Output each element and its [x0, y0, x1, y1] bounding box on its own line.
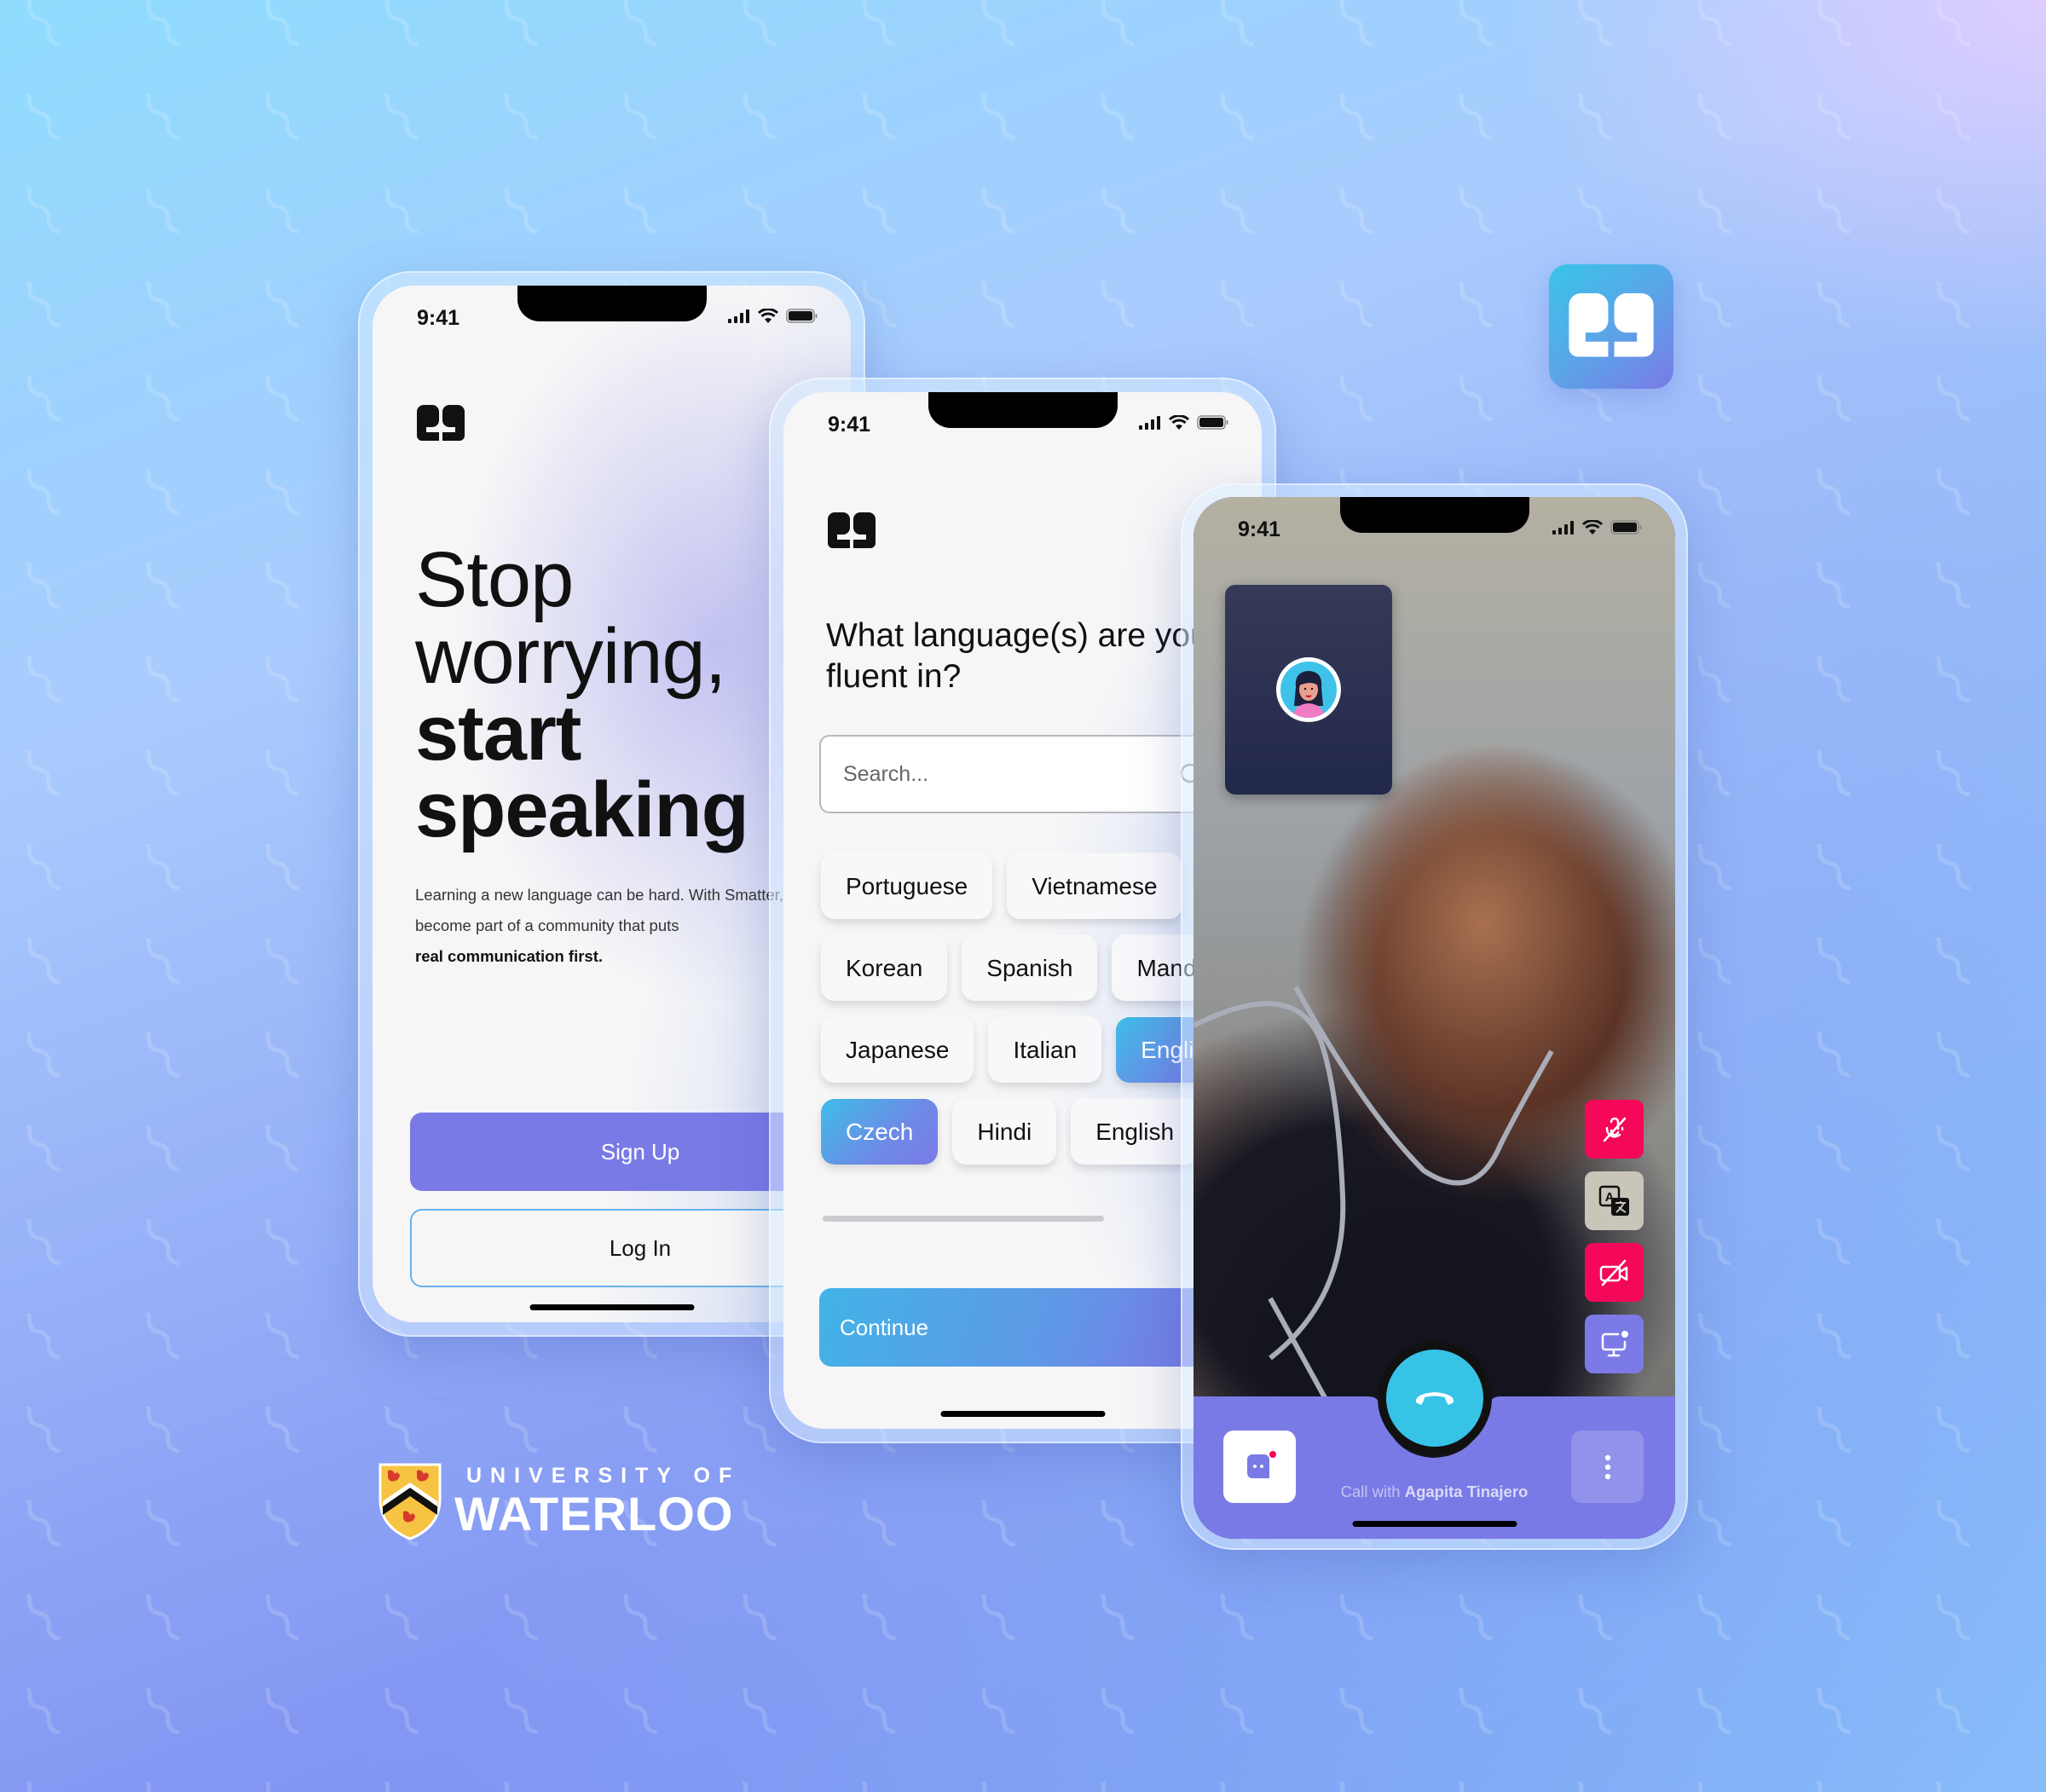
battery-icon [786, 309, 818, 323]
phone-hangup-icon [1415, 1392, 1454, 1405]
mic-off-icon [1603, 1117, 1626, 1142]
signal-icon [1139, 415, 1160, 430]
translate-icon: A [1598, 1185, 1629, 1216]
university-of-waterloo-logo: UNIVERSITY OF WATERLOO [378, 1462, 740, 1541]
wifi-icon [1582, 520, 1603, 535]
translate-button[interactable]: A [1585, 1171, 1644, 1230]
hero-heading: Stop worrying, start speaking [415, 536, 749, 853]
status-icons [1552, 520, 1643, 535]
sign-up-label: Sign Up [600, 1138, 680, 1165]
app-logo-quote-icon [417, 405, 465, 441]
caller-name: Agapita Tinajero [1404, 1483, 1529, 1500]
battery-icon [1197, 415, 1228, 430]
chip-scrollbar[interactable] [823, 1216, 1104, 1222]
language-chip[interactable]: Japanese [821, 1017, 974, 1083]
language-chip[interactable]: Portuguese [821, 853, 993, 919]
more-vertical-icon [1604, 1454, 1610, 1479]
status-icons [728, 309, 818, 323]
status-time: 9:41 [828, 413, 871, 436]
camera-toggle-button[interactable] [1585, 1243, 1644, 1302]
waterloo-shield-icon [379, 1463, 442, 1541]
caller-prefix: Call with [1340, 1483, 1401, 1500]
screen-share-icon [1601, 1330, 1628, 1356]
status-time: 9:41 [417, 306, 460, 330]
video-off-icon [1599, 1259, 1627, 1286]
question-line: What language(s) are you [826, 617, 1209, 654]
university-label: UNIVERSITY OF [466, 1463, 741, 1488]
signal-icon [1552, 520, 1574, 535]
language-chip[interactable]: Korean [821, 935, 948, 1001]
heading-line: start [415, 690, 581, 777]
chat-bubble-icon [1246, 1450, 1276, 1478]
heading-line: speaking [415, 766, 749, 853]
notch [517, 286, 707, 321]
video-call-screen: 9:41 A Call with Agapita Tinajero [1194, 497, 1675, 1539]
question-line: fluent in? [826, 658, 962, 695]
app-logo-quote-icon [828, 512, 876, 548]
call-controls: A [1585, 1100, 1644, 1373]
battery-icon [1610, 520, 1642, 535]
language-chip[interactable]: Czech [821, 1099, 939, 1165]
language-chip[interactable]: Vietnamese [1007, 853, 1182, 919]
quote-mark-icon [1569, 293, 1654, 357]
phone-video-call: 9:41 A Call with Agapita Tinajero [1181, 483, 1688, 1550]
screen-share-button[interactable] [1585, 1315, 1644, 1373]
notch [1339, 497, 1529, 533]
continue-label: Continue [840, 1314, 929, 1340]
more-options-button[interactable] [1571, 1431, 1644, 1503]
mute-microphone-button[interactable] [1585, 1100, 1644, 1159]
status-icons [1139, 415, 1229, 430]
language-chip[interactable]: Italian [988, 1017, 1102, 1083]
end-call-button[interactable] [1385, 1350, 1483, 1447]
app-icon [1549, 264, 1673, 389]
heading-line: Stop [415, 536, 574, 623]
language-chip[interactable]: English [1071, 1099, 1199, 1165]
home-indicator [529, 1304, 694, 1310]
language-chip[interactable]: Hindi [952, 1099, 1057, 1165]
self-view-pip[interactable] [1225, 585, 1392, 795]
wifi-icon [758, 309, 778, 323]
signal-icon [728, 309, 749, 323]
language-chip[interactable]: Spanish [962, 935, 1098, 1001]
home-indicator [940, 1411, 1105, 1417]
notch [928, 392, 1118, 428]
home-indicator [1352, 1521, 1517, 1527]
avatar-illustration-icon [1292, 671, 1325, 718]
language-question: What language(s) are you fluent in? [826, 616, 1209, 697]
wifi-icon [1169, 415, 1189, 430]
language-search-input[interactable] [843, 737, 1184, 812]
heading-line: worrying, [415, 613, 726, 700]
log-in-label: Log In [609, 1234, 672, 1261]
status-time: 9:41 [1238, 517, 1281, 541]
waterloo-label: WATERLOO [454, 1486, 734, 1541]
self-avatar [1276, 657, 1341, 722]
